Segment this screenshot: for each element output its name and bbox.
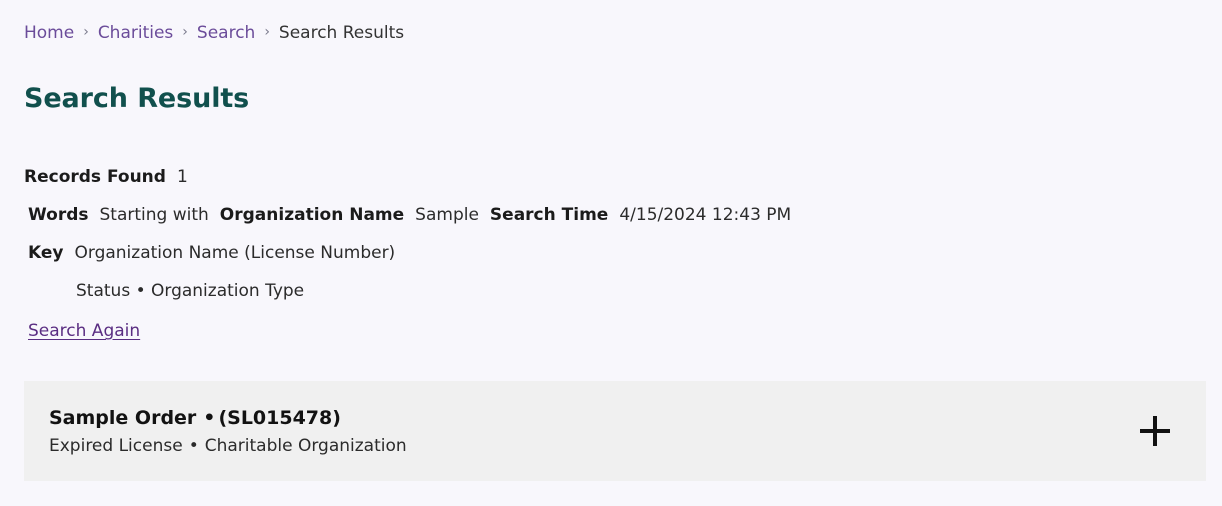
- search-result-item[interactable]: Sample Order • (SL015478) Expired License •…: [24, 381, 1206, 481]
- breadcrumb-separator-icon: ›: [83, 24, 89, 40]
- title-separator: •: [203, 406, 216, 429]
- plus-icon[interactable]: [1140, 416, 1170, 446]
- records-found-value: 1: [176, 167, 188, 187]
- words-label: Words: [28, 205, 89, 225]
- page-title: Search Results: [24, 83, 250, 114]
- records-found-label: Records Found: [24, 167, 166, 187]
- breadcrumb-item-search[interactable]: Search: [197, 22, 255, 44]
- search-time-value: 4/15/2024 12:43 PM: [619, 205, 792, 225]
- breadcrumb-item-search-results: Search Results: [278, 23, 405, 43]
- subtitle-separator: •: [188, 435, 199, 456]
- key-format-primary: Organization Name (License Number): [74, 243, 396, 263]
- organization-name: Sample Order: [49, 406, 197, 429]
- words-match-type: Starting with: [99, 205, 209, 225]
- breadcrumb: Home › Charities › Search › Search Resul…: [24, 22, 404, 44]
- search-criteria-row: Words Starting with Organization Name Sa…: [28, 204, 791, 227]
- search-field-value: Sample: [415, 205, 479, 225]
- breadcrumb-item-home[interactable]: Home: [24, 22, 74, 44]
- search-field-label: Organization Name: [219, 205, 405, 225]
- search-results-page: Home › Charities › Search › Search Resul…: [0, 0, 1222, 506]
- records-found-row: Records Found 1: [24, 166, 791, 189]
- status-badge: Expired License: [49, 435, 183, 456]
- search-result-subtitle: Expired License • Charitable Organization: [49, 434, 407, 458]
- search-result-text: Sample Order • (SL015478) Expired License •…: [49, 405, 407, 458]
- search-result-title: Sample Order • (SL015478): [49, 405, 407, 431]
- key-label: Key: [28, 243, 64, 263]
- key-format-secondary: Status • Organization Type: [76, 281, 305, 301]
- search-time-label: Search Time: [489, 205, 609, 225]
- search-summary: Records Found 1 Words Starting with Orga…: [24, 166, 791, 303]
- license-number: (SL015478): [218, 406, 341, 429]
- breadcrumb-separator-icon: ›: [264, 24, 270, 40]
- breadcrumb-separator-icon: ›: [182, 24, 188, 40]
- key-legend: Key Organization Name (License Number) S…: [28, 242, 791, 303]
- organization-type: Charitable Organization: [204, 435, 407, 456]
- breadcrumb-item-charities[interactable]: Charities: [98, 22, 173, 44]
- key-legend-line-1: Key Organization Name (License Number): [28, 242, 791, 265]
- search-again-link[interactable]: Search Again: [28, 320, 140, 342]
